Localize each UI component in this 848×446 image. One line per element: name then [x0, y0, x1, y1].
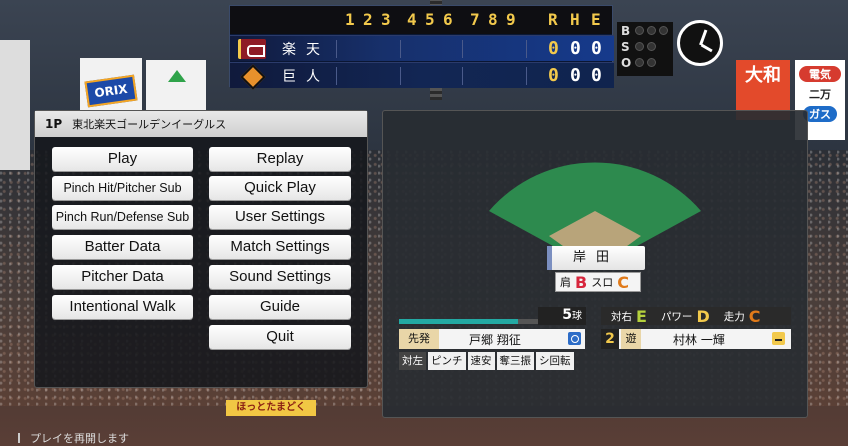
pitcher-tag: 速安 [467, 352, 495, 370]
intentional-walk-button[interactable]: Intentional Walk [52, 295, 193, 319]
inning-3-label: 3 [381, 10, 391, 29]
throw-label: スロ [591, 276, 614, 289]
replay-button[interactable]: Replay [209, 147, 351, 171]
player-indicator: 1P [45, 117, 63, 131]
home-errors: 0 [591, 65, 602, 86]
home-runs: 0 [548, 65, 559, 86]
away-errors: 0 [591, 38, 602, 59]
pitch-count: 5球 [538, 307, 586, 325]
inning-4-label: 4 [407, 10, 417, 29]
power-grade: D [696, 306, 710, 326]
scoreboard-row-home: 巨人 0 0 0 [230, 62, 614, 88]
batter-name: 村林 一輝 [673, 333, 725, 347]
orix-logo: ORIX [84, 74, 138, 108]
pitcher-role: 先発 [399, 329, 439, 349]
run-label: 走力 [723, 310, 745, 323]
eagles-logo-icon [238, 39, 266, 59]
play-button[interactable]: Play [52, 147, 193, 171]
user-settings-button[interactable]: User Settings [209, 205, 351, 229]
scoreboard: 1 2 3 4 5 6 7 8 9 R H E 楽天 0 0 0 巨人 0 0 … [229, 5, 614, 88]
ball-strike-out-count: B S O [617, 22, 673, 76]
scoreboard-header: 1 2 3 4 5 6 7 8 9 R H E [230, 6, 612, 34]
clock-icon [677, 20, 723, 66]
ad-kansai-top: 電気 [799, 66, 841, 82]
pitcher-tag: シ回転 [536, 352, 574, 370]
ball-light-2 [647, 26, 656, 35]
ad-kansai-mid: 二万 [809, 88, 831, 101]
pitcher-name: 戸郷 翔征 [469, 333, 521, 347]
throw-grade: C [617, 272, 629, 292]
hits-label: H [570, 10, 580, 29]
out-label: O [621, 56, 632, 70]
field-panel: 岸田 肩 B スロ C 5球 先発 戸郷 翔征 対左 ピンチ 速安 奪三振 シ回… [382, 110, 808, 418]
team-name: 東北楽天ゴールデンイーグルス [72, 118, 227, 131]
pitcher-data-button[interactable]: Pitcher Data [52, 265, 193, 289]
out-light-2 [647, 58, 656, 67]
inning-2-label: 2 [363, 10, 373, 29]
arm-label: 肩 [560, 276, 571, 289]
resume-hint: プレイを再開します [18, 432, 129, 445]
batter-data-button[interactable]: Batter Data [52, 235, 193, 259]
ad-bottom-banner: ほっとたまどく [226, 400, 316, 416]
inning-7-label: 7 [470, 10, 480, 29]
quick-play-button[interactable]: Quick Play [209, 176, 351, 200]
inning-1-label: 1 [345, 10, 355, 29]
vs-label: 対右 [611, 310, 632, 323]
home-hits: 0 [570, 65, 581, 86]
ball-label: B [621, 24, 631, 38]
match-settings-button[interactable]: Match Settings [209, 235, 351, 259]
inning-6-label: 6 [443, 10, 453, 29]
ball-light-1 [635, 26, 644, 35]
inning-5-label: 5 [425, 10, 435, 29]
pitcher-tag: 対左 [399, 352, 426, 370]
guide-button[interactable]: Guide [209, 295, 351, 319]
ball-light-3 [659, 26, 668, 35]
pitcher-tag: 奪三振 [496, 352, 534, 370]
batter-abilities: 対右 E パワー D 走力 C [601, 306, 791, 326]
batting-order: 2 [601, 329, 619, 349]
pinch-run-defense-sub-button[interactable]: Pinch Run/Defense Sub [52, 205, 193, 229]
strike-light-1 [635, 42, 644, 51]
power-label: パワー [660, 310, 693, 323]
sound-settings-button[interactable]: Sound Settings [209, 265, 351, 289]
arm-grade: B [575, 272, 588, 292]
vs-grade: E [636, 306, 647, 326]
away-runs: 0 [548, 38, 559, 59]
batter-row[interactable]: 2 遊 村林 一輝 [601, 329, 791, 349]
pause-menu-header: 1P 東北楽天ゴールデンイーグルス [35, 111, 367, 137]
run-grade: C [748, 306, 761, 326]
fielder-rating: 肩 B スロ C [555, 272, 641, 292]
inning-8-label: 8 [488, 10, 498, 29]
away-team-name: 楽天 [282, 42, 330, 58]
pitcher-hand-icon [568, 332, 581, 345]
pitcher-row[interactable]: 先発 戸郷 翔征 [399, 329, 585, 349]
batter-condition-icon [772, 332, 785, 345]
strike-light-2 [647, 42, 656, 51]
pause-menu-panel: 1P 東北楽天ゴールデンイーグルス Play Pinch Hit/Pitcher… [34, 110, 368, 388]
inning-9-label: 9 [506, 10, 516, 29]
pitcher-tags: 対左 ピンチ 速安 奪三振 シ回転 [399, 352, 574, 370]
home-team-name: 巨人 [282, 69, 330, 85]
ad-orix: ORIX [80, 58, 142, 118]
pitch-count-unit: 球 [572, 311, 582, 322]
strike-label: S [621, 40, 630, 54]
fielder-card[interactable]: 岸田 [547, 246, 645, 270]
out-light-1 [635, 58, 644, 67]
ad-board-left [0, 40, 30, 170]
quit-button[interactable]: Quit [209, 325, 351, 349]
batter-position: 遊 [621, 329, 641, 349]
runs-label: R [548, 10, 558, 29]
away-hits: 0 [570, 38, 581, 59]
pitch-count-value: 5 [562, 307, 572, 323]
giants-logo-icon [238, 66, 266, 86]
errors-label: E [591, 10, 601, 29]
pinch-hit-pitcher-sub-button[interactable]: Pinch Hit/Pitcher Sub [52, 176, 193, 200]
scoreboard-row-away: 楽天 0 0 0 [230, 35, 614, 61]
stamina-bar-fill [399, 319, 518, 324]
ad-green-triangle [146, 60, 206, 115]
pitcher-tag: ピンチ [428, 352, 466, 370]
